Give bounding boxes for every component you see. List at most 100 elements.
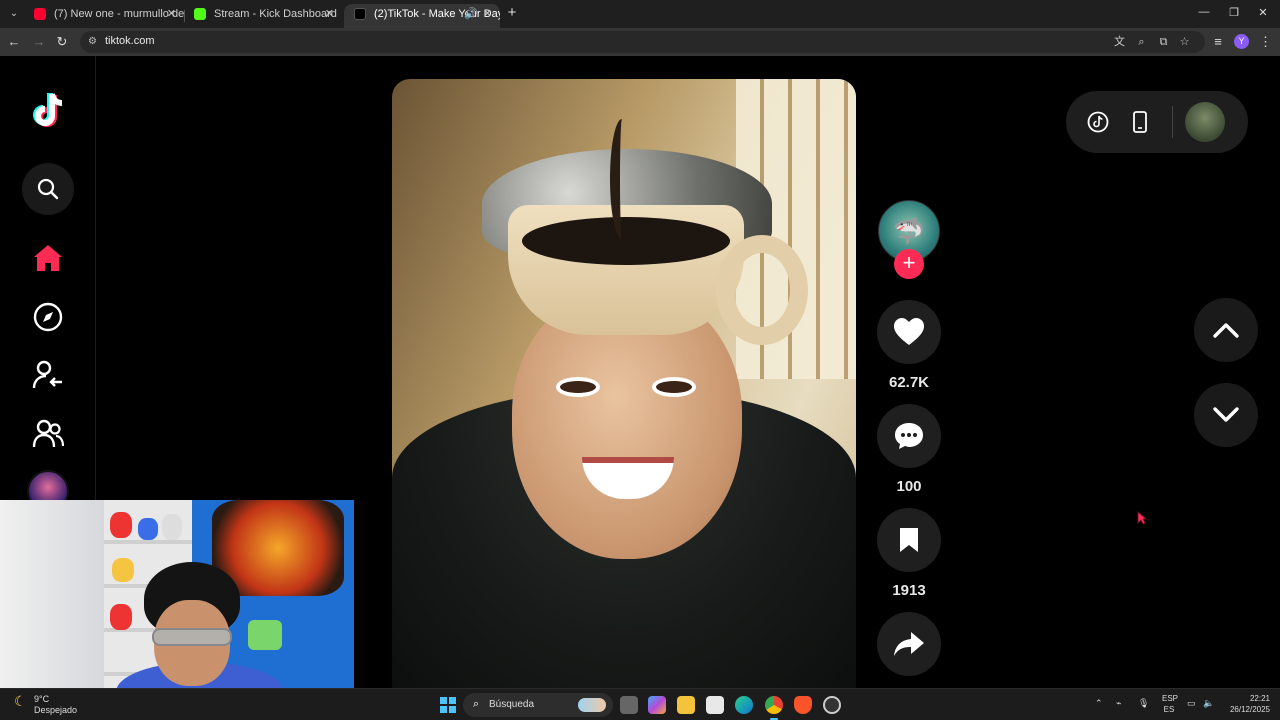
minimize-window-icon[interactable]: —	[1197, 6, 1211, 18]
close-tab-icon[interactable]: ✕	[167, 4, 176, 24]
network-icon[interactable]: ⌁	[1116, 698, 1121, 709]
search-icon	[37, 178, 59, 200]
friends-icon	[32, 419, 64, 448]
tiktok-circle-icon	[1087, 111, 1109, 133]
tray-overflow-icon[interactable]: ⌃	[1095, 698, 1103, 709]
file-explorer-icon[interactable]	[677, 696, 695, 714]
language-bottom: ES	[1163, 705, 1175, 714]
like-button[interactable]	[877, 300, 941, 364]
chevron-up-icon	[1213, 323, 1239, 338]
sidebar-item-friends[interactable]	[22, 408, 74, 460]
reload-icon[interactable]: ↻	[54, 34, 70, 50]
tab-kick[interactable]: Stream - Kick Dashboard ✕	[184, 4, 342, 28]
close-tab-icon[interactable]: ✕	[483, 4, 492, 24]
tab-title: Stream - Kick Dashboard	[214, 8, 337, 20]
moon-icon: ☾	[14, 693, 27, 709]
forward-icon[interactable]: →	[31, 34, 47, 50]
tiktok-mode-button[interactable]	[1086, 110, 1110, 134]
bookmark-icon	[900, 528, 918, 552]
previous-video-button[interactable]	[1194, 298, 1258, 362]
audio-playing-icon[interactable]: 🔊	[464, 4, 478, 24]
tab-youtube[interactable]: (7) New one - murmullo descu ✕	[24, 4, 184, 28]
save-button[interactable]	[877, 508, 941, 572]
chrome-icon[interactable]	[765, 696, 783, 720]
tab-title: (7) New one - murmullo descu	[54, 8, 184, 20]
zoom-icon[interactable]: ⌕	[1135, 36, 1148, 49]
webcam-overlay	[0, 500, 354, 698]
clock-date: 26/12/2025	[1229, 705, 1270, 714]
bookmark-star-icon[interactable]: ☆	[1178, 36, 1191, 49]
install-app-icon[interactable]: ⧉	[1157, 36, 1170, 49]
taskbar-clock[interactable]: 22:21 26/12/2025	[1222, 693, 1270, 715]
media-control-icon[interactable]: ≡	[1210, 34, 1226, 50]
tab-tiktok[interactable]: (2)TikTok - Make Your Day 🔊 ✕	[344, 4, 500, 28]
edge-icon[interactable]	[735, 696, 753, 714]
follow-button[interactable]: +	[894, 249, 924, 279]
close-tab-icon[interactable]: ✕	[325, 4, 334, 24]
mobile-view-button[interactable]	[1128, 110, 1152, 134]
sidebar-item-following[interactable]	[22, 349, 74, 401]
sidebar-item-home[interactable]	[22, 232, 74, 284]
browser-tab-strip: ⌄ (7) New one - murmullo descu ✕ Stream …	[0, 0, 1280, 28]
translate-icon[interactable]: 文	[1113, 36, 1126, 49]
following-icon	[32, 360, 62, 389]
mouse-cursor-icon	[1137, 511, 1147, 525]
language-indicator[interactable]: ESP ES	[1162, 693, 1179, 715]
microsoft-store-icon[interactable]	[706, 696, 724, 714]
comment-icon	[895, 423, 923, 449]
chevron-down-icon	[1213, 407, 1239, 422]
browser-toolbar: ← → ↻ ⚙ tiktok.com 文 ⌕ ⧉ ☆ ≡ Y ⋮	[0, 28, 1280, 56]
video-eye-right	[652, 377, 696, 397]
microphone-icon[interactable]: 🎙	[1138, 698, 1149, 709]
like-count: 62.7K	[888, 374, 930, 391]
display-icon[interactable]: ▭	[1187, 698, 1196, 709]
back-icon[interactable]: ←	[6, 34, 22, 50]
tab-title: (2)TikTok - Make Your Day	[374, 8, 500, 20]
streamer-glasses	[152, 628, 232, 646]
new-tab-button[interactable]: +	[504, 5, 520, 21]
webcam-wall	[0, 500, 104, 698]
volume-icon[interactable]: 🔈	[1203, 698, 1214, 709]
youtube-favicon-icon	[34, 8, 46, 20]
save-count: 1913	[892, 582, 926, 599]
obs-icon[interactable]	[823, 696, 841, 714]
share-button[interactable]	[877, 612, 941, 676]
site-info-icon[interactable]: ⚙	[88, 36, 100, 48]
close-window-icon[interactable]: ✕	[1256, 6, 1270, 19]
weather-desc: Despejado	[34, 705, 78, 715]
account-avatar[interactable]	[1185, 102, 1225, 142]
windows-start-icon[interactable]	[440, 697, 456, 713]
video-cup-handle	[716, 235, 808, 345]
url-text: tiktok.com	[105, 35, 155, 47]
language-top: ESP	[1162, 694, 1179, 703]
view-mode-switcher	[1066, 91, 1248, 153]
phone-icon	[1133, 111, 1147, 133]
next-video-button[interactable]	[1194, 383, 1258, 447]
tiktok-favicon-icon	[354, 8, 366, 20]
heart-icon	[894, 318, 924, 345]
webcam-toy	[162, 514, 182, 540]
browser-profile-avatar[interactable]: Y	[1234, 34, 1249, 49]
clock-time: 22:21	[1249, 694, 1270, 703]
task-view-icon[interactable]	[620, 696, 638, 714]
kick-favicon-icon	[194, 8, 206, 20]
sidebar-item-explore[interactable]	[22, 291, 74, 343]
brave-icon[interactable]	[794, 696, 812, 714]
taskbar-search-label: Búsqueda	[489, 699, 535, 710]
comment-button[interactable]	[877, 404, 941, 468]
windows-taskbar: ☾ 9°C Despejado ⌕ Búsqueda ⌃ ⌁ 🎙 ESP ES …	[0, 688, 1280, 720]
share-icon	[894, 632, 924, 656]
address-bar[interactable]: ⚙ tiktok.com 文 ⌕ ⧉ ☆	[80, 31, 1205, 53]
search-button[interactable]	[22, 163, 74, 215]
copilot-icon[interactable]	[648, 696, 666, 714]
webcam-toy	[110, 512, 132, 538]
tab-search-icon[interactable]: ⌄	[6, 6, 22, 22]
tiktok-logo-icon[interactable]	[28, 90, 68, 132]
search-highlight-icon[interactable]	[578, 698, 606, 712]
search-icon: ⌕	[473, 698, 480, 710]
restore-window-icon[interactable]: ❐	[1227, 6, 1241, 19]
webcam-streamer	[116, 562, 284, 698]
browser-menu-icon[interactable]: ⋮	[1259, 34, 1272, 50]
explore-icon	[33, 302, 63, 332]
video-player[interactable]	[392, 79, 856, 688]
